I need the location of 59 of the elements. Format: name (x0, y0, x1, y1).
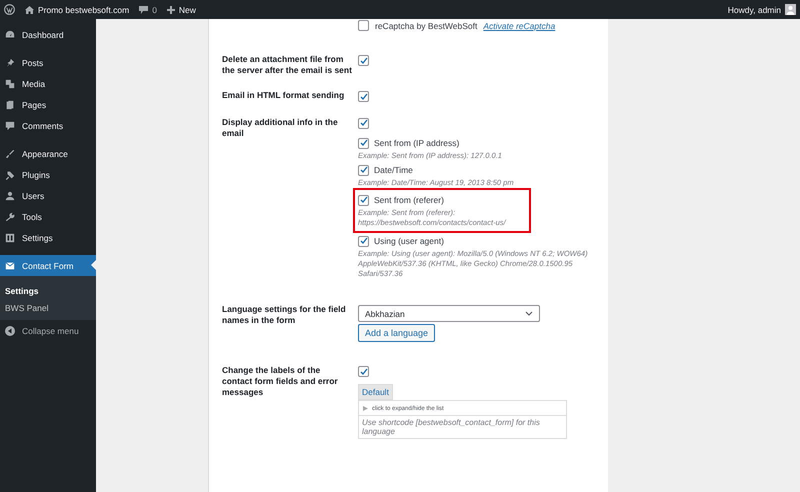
collapse-menu-link[interactable]: Collapse menu (22, 326, 79, 336)
menu-item[interactable]: Media (0, 73, 96, 94)
default-tab[interactable]: Default (358, 384, 393, 400)
brush-icon (5, 148, 15, 158)
collapse-icon[interactable] (5, 326, 15, 336)
checkbox[interactable] (358, 55, 369, 66)
chevron-down-icon (525, 311, 533, 316)
triangle-icon (363, 406, 368, 411)
menu-item[interactable]: Tools (0, 206, 96, 227)
pages-icon (5, 100, 15, 110)
checkbox[interactable] (358, 118, 369, 128)
menu-item[interactable]: Contact Form (0, 255, 96, 276)
setting-label: Display additional info in the email (222, 116, 339, 140)
option-label: Using (user agent) (374, 236, 444, 246)
menu-item[interactable]: Users (0, 185, 96, 206)
checkbox[interactable] (358, 366, 369, 377)
user-icon (5, 190, 15, 200)
checkbox[interactable] (358, 164, 369, 176)
avatar-icon (785, 4, 796, 15)
option-label: Sent from (referer) (374, 195, 444, 205)
checkbox[interactable] (358, 91, 369, 102)
envelope-icon (5, 260, 15, 270)
wrench-icon (5, 212, 15, 222)
settings-icon (5, 232, 15, 242)
menu-item[interactable]: Dashboard (0, 24, 96, 45)
comment-icon (139, 6, 148, 14)
option-label: Date/Time (374, 165, 413, 175)
option-label: Sent from (IP address) (374, 138, 460, 148)
checkbox[interactable] (358, 138, 369, 148)
add-language-button[interactable]: Add a language (358, 324, 436, 342)
pin-icon (5, 58, 15, 68)
plus-icon (166, 6, 175, 14)
menu-item[interactable]: Posts (0, 52, 96, 73)
wordpress-logo-icon (4, 4, 15, 15)
checkbox[interactable] (358, 236, 369, 246)
menu-item[interactable]: Comments (0, 115, 96, 136)
setting-label: Language settings for the field names in the form (222, 304, 347, 327)
recaptcha-label: reCaptcha by BestWebSoft (375, 20, 478, 30)
activate-link[interactable]: Activate reCaptcha (483, 20, 556, 30)
new-link[interactable]: New (178, 4, 196, 14)
home-icon (25, 6, 34, 14)
dashboard-icon (5, 30, 15, 40)
checkbox[interactable] (358, 20, 369, 31)
submenu-item[interactable]: BWS Panel (0, 299, 96, 316)
language-select[interactable]: Abkhazian (358, 305, 540, 322)
menu-item[interactable]: Plugins (0, 164, 96, 185)
setting-label: Change the labels of the contact form fields and error messages (222, 365, 339, 399)
comment-icon (5, 120, 15, 130)
shortcode-note: Use shortcode [bestwebsoft_contact_form] for this language (361, 416, 541, 438)
menu-item[interactable]: Appearance (0, 143, 96, 164)
site-link[interactable]: Promo bestwebsoft.com (38, 4, 130, 14)
menu-item[interactable]: Pages (0, 94, 96, 115)
menu-item[interactable]: Settings (0, 227, 96, 248)
setting-label: Delete an attachment file from the server after the email is sent (222, 54, 352, 76)
submenu-item[interactable]: Settings (0, 282, 96, 299)
greeting[interactable]: Howdy, admin (728, 4, 781, 14)
setting-label: Email in HTML format sending (222, 90, 346, 102)
checkbox[interactable] (358, 194, 369, 206)
comment-count[interactable]: 0 (152, 4, 157, 14)
